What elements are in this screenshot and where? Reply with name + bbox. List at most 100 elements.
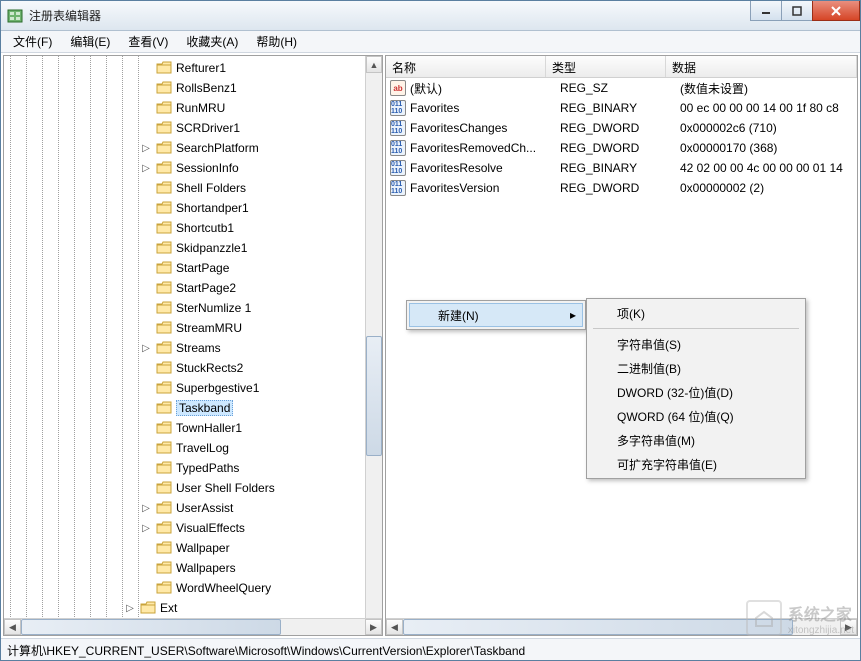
tree-item[interactable]: RollsBenz1 <box>154 78 382 98</box>
menu-view[interactable]: 查看(V) <box>120 31 176 52</box>
folder-icon <box>156 61 172 75</box>
scroll-right-button[interactable]: ▶ <box>840 619 857 635</box>
tree-item[interactable]: ▷Streams <box>154 338 382 358</box>
menu-separator <box>593 328 799 329</box>
close-button[interactable] <box>812 1 860 21</box>
value-data: 0x00000002 (2) <box>680 181 857 195</box>
tree-item[interactable]: ▷VisualEffects <box>154 518 382 538</box>
menu-new-key[interactable]: 项(K) <box>589 301 803 325</box>
tree-vertical-scrollbar[interactable]: ▲ ▼ <box>365 56 382 635</box>
scroll-right-button[interactable]: ▶ <box>365 619 382 635</box>
scroll-left-button[interactable]: ◀ <box>386 619 403 635</box>
list-row[interactable]: 011 110FavoritesRemovedCh...REG_DWORD0x0… <box>386 138 857 158</box>
window-buttons <box>751 1 860 21</box>
titlebar[interactable]: 注册表编辑器 <box>1 1 860 31</box>
menu-new-dword[interactable]: DWORD (32-位)值(D) <box>589 380 803 404</box>
col-header-type[interactable]: 类型 <box>546 56 666 77</box>
list-row[interactable]: 011 110FavoritesVersionREG_DWORD0x000000… <box>386 178 857 198</box>
scroll-up-button[interactable]: ▲ <box>366 56 382 73</box>
tree-item[interactable]: StreamMRU <box>154 318 382 338</box>
value-type: REG_DWORD <box>560 141 680 155</box>
tree-item[interactable]: SCRDriver1 <box>154 118 382 138</box>
tree-item-label: SearchPlatform <box>176 141 259 155</box>
tree-item-label: UserAssist <box>176 501 233 515</box>
tree-horizontal-scrollbar[interactable]: ◀ ▶ <box>4 618 382 635</box>
tree-item[interactable]: Wallpaper <box>154 538 382 558</box>
tree-item[interactable]: TravelLog <box>154 438 382 458</box>
menu-new[interactable]: 新建(N) ▸ <box>409 303 583 327</box>
folder-icon <box>156 461 172 475</box>
tree-item[interactable]: TypedPaths <box>154 458 382 478</box>
tree-item[interactable]: SterNumlize 1 <box>154 298 382 318</box>
value-name: FavoritesChanges <box>410 121 560 135</box>
list-row[interactable]: 011 110FavoritesChangesREG_DWORD0x000002… <box>386 118 857 138</box>
expand-icon[interactable]: ▷ <box>140 522 152 534</box>
menu-help[interactable]: 帮助(H) <box>248 31 305 52</box>
scroll-left-button[interactable]: ◀ <box>4 619 21 635</box>
list-horizontal-scrollbar[interactable]: ◀ ▶ <box>386 618 857 635</box>
tree-item[interactable]: RunMRU <box>154 98 382 118</box>
menu-new-expand[interactable]: 可扩充字符串值(E) <box>589 452 803 476</box>
tree-item[interactable]: Shortcutb1 <box>154 218 382 238</box>
folder-icon <box>156 421 172 435</box>
list-body[interactable]: ab(默认)REG_SZ(数值未设置)011 110FavoritesREG_B… <box>386 78 857 635</box>
tree-item[interactable]: User Shell Folders <box>154 478 382 498</box>
folder-icon <box>156 141 172 155</box>
tree-item[interactable]: StartPage2 <box>154 278 382 298</box>
tree-item[interactable]: ▷SessionInfo <box>154 158 382 178</box>
tree-item[interactable]: Refturer1 <box>154 58 382 78</box>
tree-body[interactable]: Refturer1RollsBenz1RunMRUSCRDriver1▷Sear… <box>4 56 382 635</box>
col-header-name[interactable]: 名称 <box>386 56 546 77</box>
tree-item[interactable]: ▷Ext <box>138 598 382 618</box>
expand-icon[interactable]: ▷ <box>140 162 152 174</box>
tree-item[interactable]: StuckRects2 <box>154 358 382 378</box>
tree-tick-icon <box>140 362 152 374</box>
menu-edit[interactable]: 编辑(E) <box>62 31 118 52</box>
tree-tick-icon <box>140 382 152 394</box>
expand-icon[interactable]: ▷ <box>140 342 152 354</box>
scroll-thumb[interactable] <box>21 619 281 635</box>
tree-item[interactable]: WordWheelQuery <box>154 578 382 598</box>
tree-item-label: TravelLog <box>176 441 229 455</box>
values-pane: 名称 类型 数据 ab(默认)REG_SZ(数值未设置)011 110Favor… <box>385 55 858 636</box>
value-type: REG_BINARY <box>560 161 680 175</box>
tree-item[interactable]: StartPage <box>154 258 382 278</box>
expand-icon[interactable]: ▷ <box>140 502 152 514</box>
list-row[interactable]: 011 110FavoritesREG_BINARY00 ec 00 00 00… <box>386 98 857 118</box>
value-data: 0x000002c6 (710) <box>680 121 857 135</box>
scroll-thumb[interactable] <box>403 619 793 635</box>
menu-new-string[interactable]: 字符串值(S) <box>589 332 803 356</box>
tree-item-label: SCRDriver1 <box>176 121 240 135</box>
tree-item[interactable]: ▷UserAssist <box>154 498 382 518</box>
col-header-data[interactable]: 数据 <box>666 56 857 77</box>
menu-favorites[interactable]: 收藏夹(A) <box>178 31 246 52</box>
tree-item[interactable]: Taskband <box>154 398 382 418</box>
folder-icon <box>140 601 156 615</box>
folder-icon <box>156 541 172 555</box>
content-area: Refturer1RollsBenz1RunMRUSCRDriver1▷Sear… <box>1 53 860 638</box>
tree-item[interactable]: TownHaller1 <box>154 418 382 438</box>
list-row[interactable]: ab(默认)REG_SZ(数值未设置) <box>386 78 857 98</box>
tree-item-label: StuckRects2 <box>176 361 243 375</box>
list-row[interactable]: 011 110FavoritesResolveREG_BINARY42 02 0… <box>386 158 857 178</box>
expand-icon[interactable]: ▷ <box>124 602 136 614</box>
tree-item[interactable]: Superbgestive1 <box>154 378 382 398</box>
tree-item[interactable]: ▷SearchPlatform <box>154 138 382 158</box>
menubar: 文件(F) 编辑(E) 查看(V) 收藏夹(A) 帮助(H) <box>1 31 860 53</box>
folder-icon <box>156 501 172 515</box>
scroll-thumb[interactable] <box>366 336 382 456</box>
maximize-button[interactable] <box>781 1 813 21</box>
tree-item[interactable]: Shell Folders <box>154 178 382 198</box>
expand-icon[interactable]: ▷ <box>140 142 152 154</box>
tree-item[interactable]: Wallpapers <box>154 558 382 578</box>
tree-item[interactable]: Shortandper1 <box>154 198 382 218</box>
menu-new-binary[interactable]: 二进制值(B) <box>589 356 803 380</box>
menu-file[interactable]: 文件(F) <box>5 31 60 52</box>
tree-item[interactable]: Skidpanzzle1 <box>154 238 382 258</box>
statusbar-path: 计算机\HKEY_CURRENT_USER\Software\Microsoft… <box>7 644 525 658</box>
tree-item-label: Taskband <box>176 400 233 416</box>
value-name: FavoritesResolve <box>410 161 560 175</box>
menu-new-multi[interactable]: 多字符串值(M) <box>589 428 803 452</box>
menu-new-qword[interactable]: QWORD (64 位)值(Q) <box>589 404 803 428</box>
minimize-button[interactable] <box>750 1 782 21</box>
